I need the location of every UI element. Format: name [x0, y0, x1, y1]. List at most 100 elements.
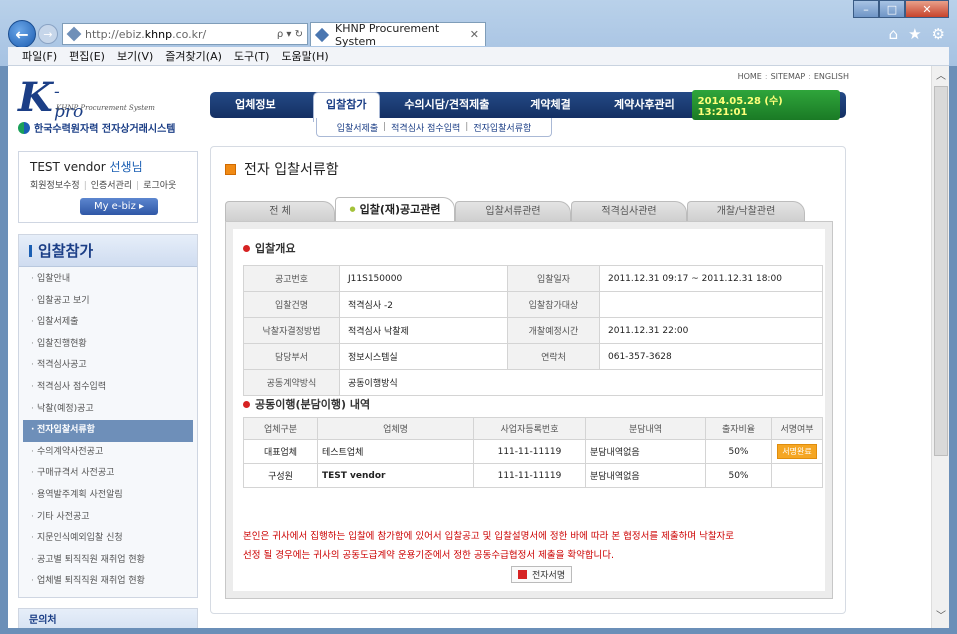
minimize-button[interactable]: –: [853, 0, 879, 18]
back-button[interactable]: ←: [8, 20, 36, 48]
row-sign: [771, 463, 823, 488]
contact-box[interactable]: 문의처: [18, 608, 198, 628]
subnav-score-input[interactable]: 적격심사 점수입력: [391, 121, 460, 134]
notice-no-value: J11S150000: [339, 265, 508, 292]
lnb-item-private-contract[interactable]: 수의계약사전공고: [23, 442, 193, 464]
my-ebiz-button[interactable]: My e-biz ▸: [80, 198, 158, 215]
signed-badge[interactable]: 서명완료: [777, 444, 817, 459]
contact-value: 061-357-3628: [599, 343, 823, 370]
sitemap-link[interactable]: SITEMAP: [771, 72, 806, 81]
url-text[interactable]: http://ebiz.khnp.co.kr/: [85, 28, 277, 41]
lnb-item-bid-guide[interactable]: 입찰안내: [23, 269, 193, 291]
lnb-item-fingerprint[interactable]: 지문인식예외입찰 신청: [23, 528, 193, 550]
tab-opening-award[interactable]: 개찰/낙찰관련: [687, 201, 805, 221]
lnb-item-other-notice[interactable]: 기타 사전공고: [23, 507, 193, 529]
home-link[interactable]: HOME: [738, 72, 762, 81]
tab-notice[interactable]: 입찰(재)공고관련: [335, 197, 455, 221]
section-bid-overview: 입찰개요: [243, 240, 295, 256]
dept-value: 정보시스템실: [339, 343, 508, 370]
khnp-emblem-icon: [18, 121, 30, 134]
sign-icon: [518, 570, 527, 579]
logo-corp: 한국수력원자력 전자상거래시스템: [18, 120, 175, 135]
menu-file[interactable]: 파일(F): [22, 48, 57, 64]
lnb-item-bid-notice[interactable]: 입찰공고 보기: [23, 291, 193, 313]
gnb-contract[interactable]: 계약체결: [516, 92, 585, 118]
tab-close-icon[interactable]: ✕: [470, 28, 485, 41]
row-ratio: 50%: [705, 439, 772, 464]
lnb-item-retiree-by-vendor[interactable]: 업체별 퇴직직원 재취업 현황: [23, 571, 193, 593]
kpro-logo[interactable]: K -pro KHNP Procurement System 한국수력원자력 전…: [18, 78, 175, 135]
lnb-item-qual-notice[interactable]: 적격심사공고: [23, 355, 193, 377]
browser-tab[interactable]: KHNP Procurement System ✕: [310, 22, 486, 48]
left-nav-title: 입찰참가: [19, 235, 197, 267]
notice-line-1: 본인은 귀사에서 집행하는 입찰에 참가함에 있어서 입찰공고 및 입찰설명서에…: [243, 531, 735, 542]
doc-tabs: 전 체 입찰(재)공고관련 입찰서류관련 적격심사관련 개찰/낙찰관련: [225, 197, 833, 221]
user-box: TEST vendor 선생님 회원정보수정 | 인증서관리 | 로그아웃 My e-b…: [18, 151, 198, 223]
col-ratio: 출자비율: [705, 417, 772, 440]
favorites-star-icon[interactable]: ★: [908, 25, 921, 43]
tab-qualification[interactable]: 적격심사관련: [571, 201, 687, 221]
gnb-quote-submission[interactable]: 수의시담/견적제출: [388, 92, 506, 118]
forward-button[interactable]: →: [38, 24, 58, 44]
row-share: 분담내역없음: [585, 439, 706, 464]
e-sign-button[interactable]: 전자서명: [511, 566, 573, 583]
lnb-item-service-plan[interactable]: 용역발주계획 사전알림: [23, 485, 193, 507]
english-link[interactable]: ENGLISH: [814, 72, 849, 81]
lnb-item-bid-docs[interactable]: 전자입찰서류함: [23, 420, 193, 442]
tab-all[interactable]: 전 체: [225, 201, 335, 221]
logo-corp-name: 한국수력원자력 전자상거래시스템: [34, 124, 176, 135]
scroll-up-icon[interactable]: ︿: [932, 68, 950, 86]
cert-manage-link[interactable]: 인증서관리: [91, 181, 132, 191]
menu-favorites[interactable]: 즐겨찾기(A): [165, 48, 222, 64]
user-name-text: TEST vendor: [30, 160, 106, 174]
menu-tools[interactable]: 도구(T): [234, 48, 270, 64]
settings-gear-icon[interactable]: ⚙: [932, 25, 945, 43]
table-row: 낙찰자결정방법 적격심사 낙찰제 개찰예정시간 2011.12.31 22:00: [243, 317, 823, 344]
tab-bid-docs[interactable]: 입찰서류관련: [455, 201, 571, 221]
scroll-thumb[interactable]: [934, 86, 948, 456]
logout-link[interactable]: 로그아웃: [143, 181, 176, 191]
maximize-button[interactable]: □: [879, 0, 905, 18]
url-suffix: .co.kr/: [172, 27, 207, 41]
bid-date-value: 2011.12.31 09:17 ~ 2011.12.31 18:00: [599, 265, 823, 292]
gnb-vendor-info[interactable]: 업체정보: [210, 92, 301, 118]
title-square-icon: [225, 163, 236, 175]
address-actions[interactable]: ρ ▾ ↻: [277, 29, 307, 40]
col-type: 업체구분: [243, 417, 318, 440]
title-bar-icon: [29, 244, 32, 257]
col-share: 분담내역: [585, 417, 706, 440]
col-name: 업체명: [317, 417, 474, 440]
notice-no-label: 공고번호: [243, 265, 340, 292]
section-bullet-icon: [243, 244, 250, 252]
lnb-item-qual-score[interactable]: 적격심사 점수입력: [23, 377, 193, 399]
bid-name-value: 적격심사 -2: [339, 291, 508, 318]
lnb-item-bid-status[interactable]: 입찰진행현황: [23, 334, 193, 356]
lnb-item-award-notice[interactable]: 낙찰(예정)공고: [23, 399, 193, 421]
row-share: 분담내역없음: [585, 463, 706, 488]
lnb-item-retiree-by-notice[interactable]: 공고별 퇴직직원 재취업 현황: [23, 550, 193, 572]
menu-edit[interactable]: 편집(E): [69, 48, 105, 64]
home-icon[interactable]: ⌂: [889, 25, 899, 43]
user-name: TEST vendor 선생님: [30, 158, 143, 175]
close-window-button[interactable]: ✕: [905, 0, 949, 18]
edit-profile-link[interactable]: 회원정보수정: [30, 181, 80, 191]
subnav-bid-submit[interactable]: 입찰서제출: [337, 121, 378, 134]
row-name: TEST vendor: [317, 463, 474, 488]
scroll-down-icon[interactable]: ﹀: [932, 608, 950, 626]
gnb-post-contract[interactable]: 계약사후관리: [597, 92, 692, 118]
logo-subtitle: KHNP Procurement System: [56, 104, 155, 112]
main-panel: 전자 입찰서류함 전 체 입찰(재)공고관련 입찰서류관련 적격심사관련 개찰/…: [210, 146, 846, 614]
menu-view[interactable]: 보기(V): [117, 48, 153, 64]
table-row: 입찰건명 적격심사 -2 입찰참가대상: [243, 291, 823, 318]
contact-label: 연락처: [507, 343, 600, 370]
top-links: HOME: SITEMAP: ENGLISH: [737, 72, 849, 81]
url-prefix: http://ebiz.: [85, 27, 145, 41]
lnb-item-spec-notice[interactable]: 구매규격서 사전공고: [23, 463, 193, 485]
vertical-scrollbar[interactable]: ︿ ﹀: [931, 66, 949, 628]
section-joint-performance: 공동이행(분담이행) 내역: [243, 396, 370, 412]
notice-line-2: 선정 될 경우에는 귀사의 공동도급계약 운용기준에서 정한 공동수급협정서 제…: [243, 550, 615, 561]
subnav-bid-docs[interactable]: 전자입찰서류함: [473, 121, 531, 134]
address-bar[interactable]: http://ebiz.khnp.co.kr/ ρ ▾ ↻: [62, 23, 308, 45]
lnb-item-bid-submit[interactable]: 입찰서제출: [23, 312, 193, 334]
menu-help[interactable]: 도움말(H): [281, 48, 328, 64]
